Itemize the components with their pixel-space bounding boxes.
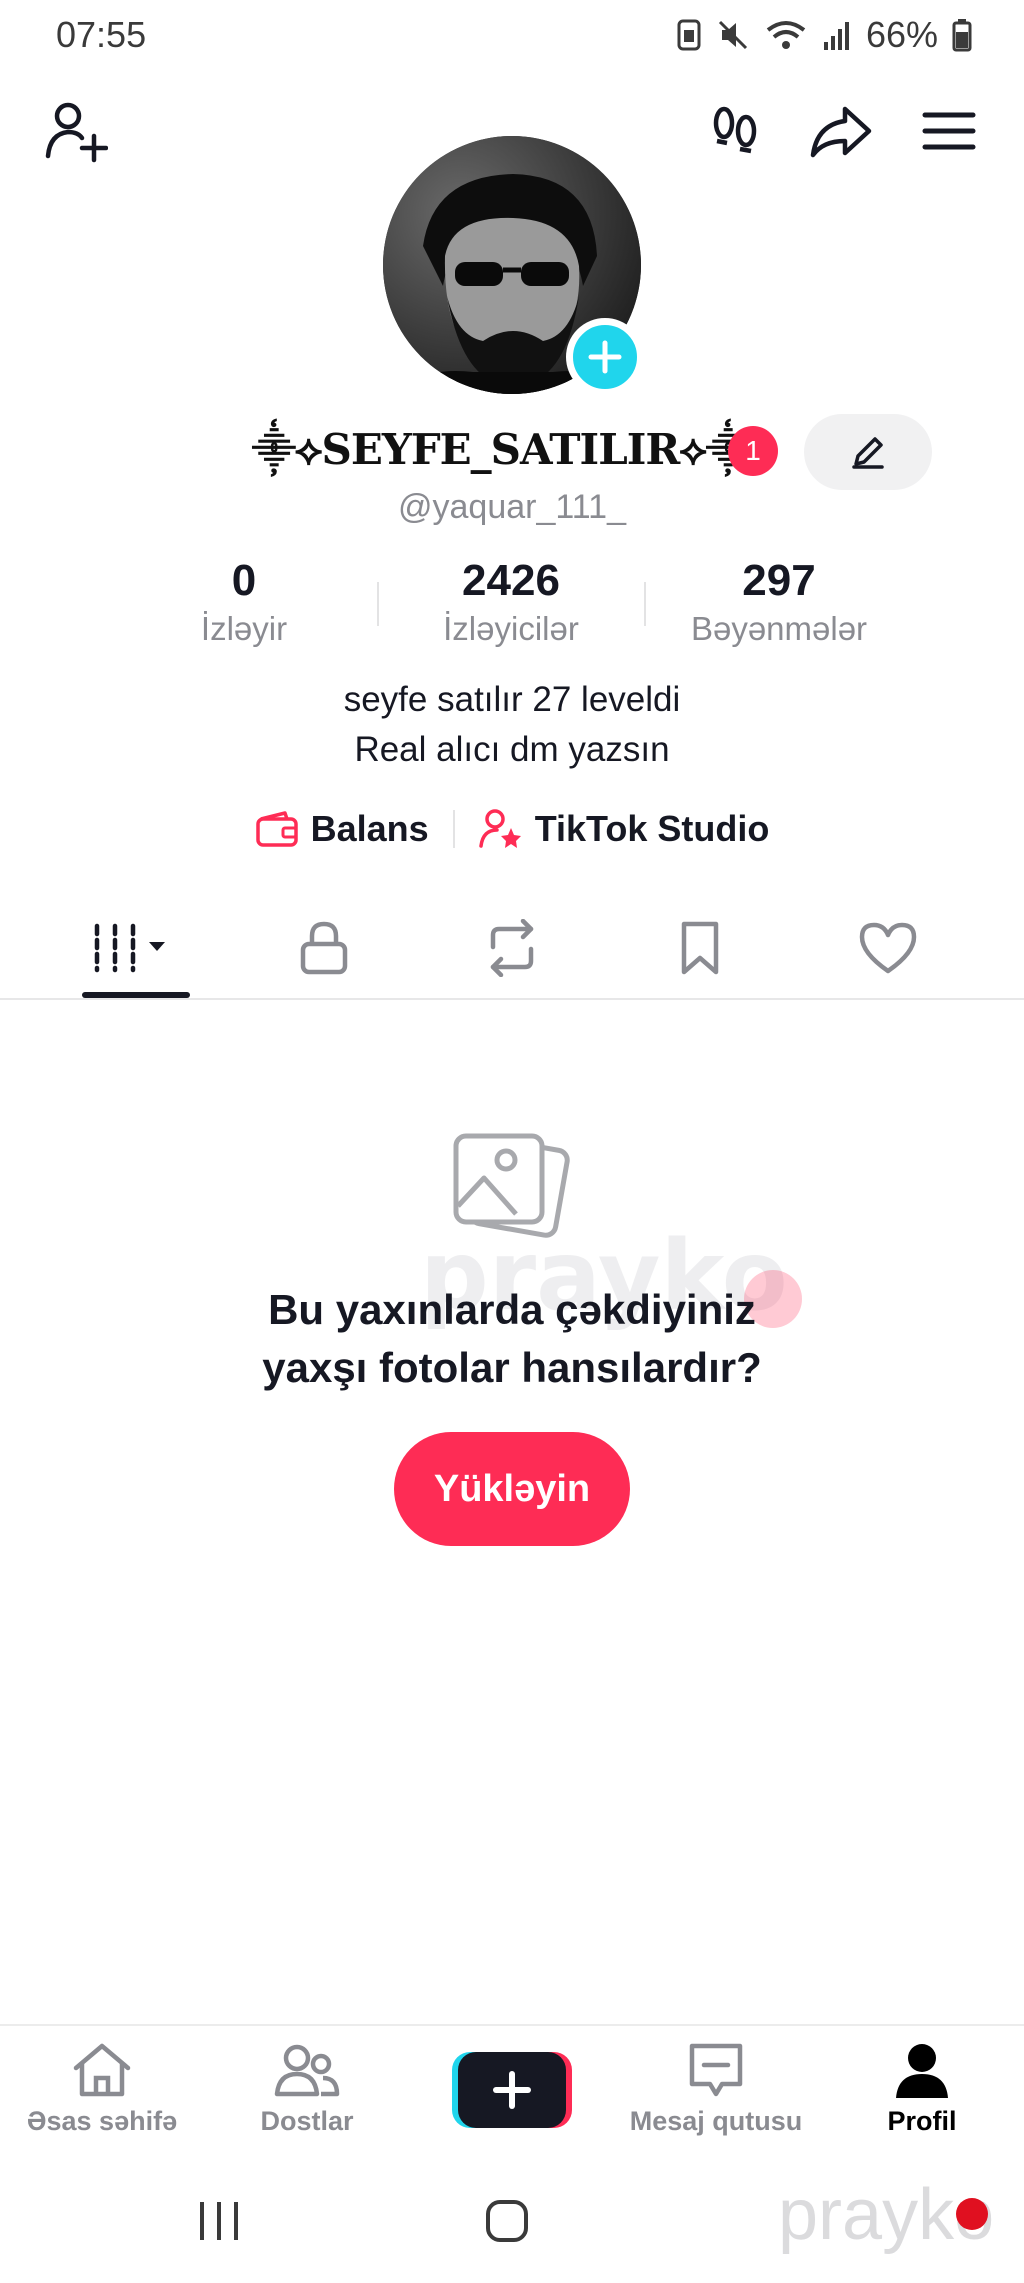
notification-badge[interactable]: 1 <box>728 426 778 476</box>
home-icon <box>73 2043 131 2097</box>
wallet-icon <box>255 811 298 847</box>
add-story-button[interactable] <box>566 318 644 396</box>
pencil-icon <box>852 437 884 469</box>
tab-liked[interactable] <box>828 908 948 988</box>
stat-followers-value: 2426 <box>462 556 560 605</box>
nav-home[interactable]: Əsas səhifə <box>2 2040 202 2137</box>
bookmark-icon <box>681 921 719 975</box>
bio-line: Real alıcı dm yazsın <box>354 730 670 769</box>
stat-likes-label: Bəyənmələr <box>690 610 868 647</box>
tab-active-indicator <box>82 992 190 998</box>
empty-state-title: yaxşı fotolar hansılardır? <box>262 1344 762 1391</box>
recent-apps-button[interactable] <box>196 2200 242 2247</box>
plus-icon <box>588 340 622 374</box>
inbox-icon <box>689 2043 743 2097</box>
balance-link[interactable]: Balans <box>255 808 429 850</box>
stat-likes-value: 297 <box>742 556 816 605</box>
sim-icon <box>677 19 701 51</box>
heart-icon <box>859 922 917 974</box>
tab-private[interactable] <box>264 908 384 988</box>
friends-icon <box>274 2044 340 2097</box>
home-square-icon <box>486 2200 528 2242</box>
empty-state-title: Bu yaxınlarda çəkdiyiniz <box>268 1286 756 1333</box>
nav-home-label: Əsas səhifə <box>26 2106 178 2136</box>
share-button[interactable] <box>806 96 876 166</box>
nav-inbox-label: Mesaj qutusu <box>629 2106 803 2136</box>
footprints-button[interactable] <box>700 96 770 166</box>
upload-button[interactable]: Yükləyin <box>394 1432 630 1546</box>
balance-label: Balans <box>310 808 429 849</box>
add-friend-button[interactable] <box>40 96 110 166</box>
stat-followers[interactable]: 2426 İzləyicilər <box>371 556 651 648</box>
bio-line: seyfe satılır 27 leveldi <box>343 680 681 719</box>
nav-friends-label: Dostlar <box>260 2106 354 2136</box>
footprints-icon <box>713 106 757 154</box>
battery-percent: 66% <box>865 14 938 55</box>
recent-apps-icon <box>200 2202 238 2240</box>
tiktok-studio-link[interactable]: TikTok Studio <box>478 808 770 850</box>
stat-likes[interactable]: 297 Bəyənmələr <box>639 556 919 648</box>
menu-icon <box>922 112 976 150</box>
share-icon <box>810 106 872 158</box>
stat-following-value: 0 <box>231 556 257 605</box>
username: @yaquar_111_ <box>398 488 626 526</box>
tab-reposts[interactable] <box>452 908 572 988</box>
add-friend-icon <box>45 102 108 163</box>
lock-icon <box>300 921 348 975</box>
create-button[interactable] <box>452 2050 572 2130</box>
stat-followers-label: İzləyicilər <box>443 610 579 647</box>
nav-inbox[interactable]: Mesaj qutusu <box>616 2040 816 2137</box>
home-system-button[interactable] <box>484 2198 530 2249</box>
status-time: 07:55 <box>56 14 147 55</box>
tab-videos[interactable] <box>76 908 196 988</box>
link-divider <box>452 810 455 848</box>
menu-button[interactable] <box>914 96 984 166</box>
stat-following-label: İzləyir <box>200 610 288 647</box>
profile-links: Balans TikTok Studio <box>0 808 1024 850</box>
nav-profile[interactable]: Profil <box>822 2040 1022 2137</box>
profile-icon <box>896 2044 948 2098</box>
nav-friends[interactable]: Dostlar <box>207 2040 407 2137</box>
stat-following[interactable]: 0 İzləyir <box>104 556 384 648</box>
grid-icon <box>94 923 165 973</box>
display-name: ⸎⟡SEYFE_SATILIR⟡⸎ <box>252 425 750 474</box>
repost-icon <box>490 919 534 977</box>
status-icons: 66% <box>676 14 972 56</box>
watermark-dot <box>956 2198 988 2230</box>
edit-profile-button[interactable] <box>804 414 932 490</box>
battery-icon <box>952 19 972 52</box>
tab-favorites[interactable] <box>640 908 760 988</box>
mute-icon <box>718 20 747 50</box>
studio-icon <box>478 809 521 848</box>
nav-profile-label: Profil <box>887 2106 957 2136</box>
signal-icon <box>823 22 849 50</box>
tiktok-studio-label: TikTok Studio <box>534 808 770 849</box>
wifi-icon <box>766 21 806 49</box>
